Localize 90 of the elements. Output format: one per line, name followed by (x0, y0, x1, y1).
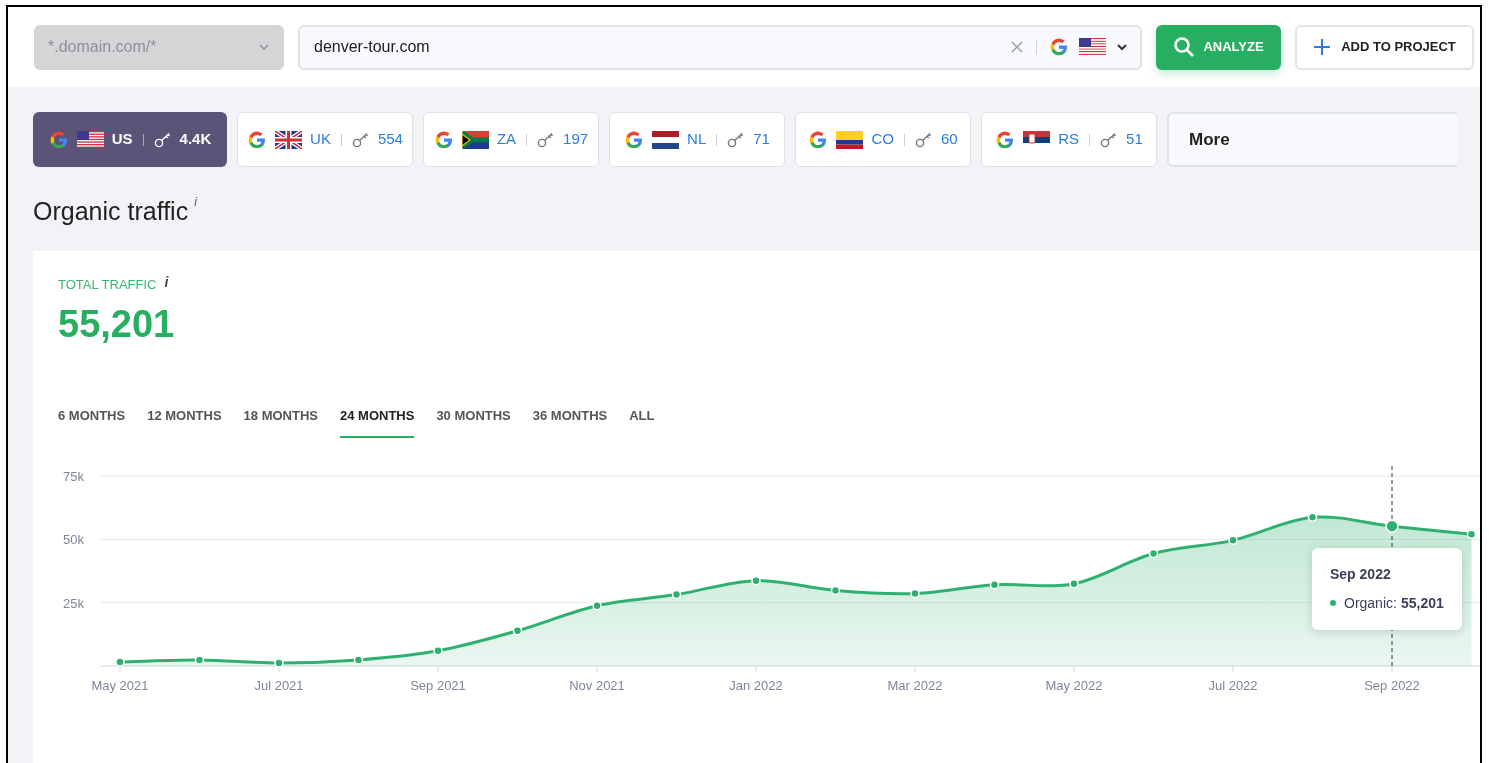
key-icon (914, 131, 933, 148)
flag-icon (836, 130, 864, 149)
y-axis-label: 25k (63, 595, 84, 611)
period-tab[interactable]: 12 MONTHS (147, 406, 222, 438)
flag-icon (461, 130, 489, 149)
period-tab[interactable]: 6 MONTHS (58, 406, 126, 438)
key-icon (537, 131, 556, 148)
data-point (1148, 548, 1159, 558)
country-tab[interactable]: CO 60 (795, 112, 971, 167)
google-icon (1049, 37, 1069, 57)
flag-icon (76, 130, 104, 149)
tooltip-value: 55,201 (1400, 593, 1444, 613)
period-tab[interactable]: 36 MONTHS (532, 406, 608, 438)
x-axis-label: Sep 2022 (1364, 677, 1420, 693)
y-axis-label: 50k (63, 531, 84, 547)
period-tab[interactable]: 24 MONTHS (340, 406, 415, 438)
search-field[interactable]: denver-tour.com (298, 24, 1142, 70)
tooltip-label: Organic: (1344, 593, 1397, 613)
country-tab[interactable]: ZA 197 (423, 112, 599, 167)
data-point (1307, 512, 1318, 522)
google-icon (808, 129, 829, 150)
key-icon (351, 131, 370, 148)
data-point (1385, 518, 1399, 533)
search-icon (1173, 36, 1196, 58)
x-axis-label: May 2022 (1045, 677, 1103, 693)
x-axis-label: Nov 2021 (569, 677, 625, 693)
x-axis-label: Mar 2022 (887, 677, 943, 693)
data-point (353, 654, 364, 665)
country-tab[interactable]: US 4.4K (33, 112, 227, 167)
period-tab[interactable]: ALL (629, 406, 655, 438)
google-icon (995, 129, 1016, 150)
x-axis-label: May 2021 (91, 677, 149, 693)
chevron-down-icon[interactable] (1116, 43, 1128, 51)
key-icon (153, 131, 172, 148)
google-icon (624, 129, 645, 150)
more-dropdown[interactable]: More (1167, 112, 1457, 167)
data-point (274, 657, 284, 668)
key-icon (727, 131, 746, 148)
keyword-count: 71 (753, 129, 770, 150)
data-point (1466, 529, 1477, 539)
data-point (1228, 535, 1238, 545)
country-code: CO (871, 129, 894, 150)
flag-icon (1079, 38, 1106, 56)
keyword-count: 554 (377, 129, 403, 150)
x-axis-label: Jan 2022 (729, 677, 783, 693)
add-to-project-button[interactable]: ADD TO PROJECT (1295, 24, 1474, 70)
data-point (194, 654, 205, 665)
data-point (433, 645, 443, 656)
data-point (1069, 578, 1079, 588)
x-axis-label: Jul 2022 (1208, 677, 1258, 693)
keyword-count: 60 (940, 129, 958, 150)
info-icon[interactable]: i (194, 193, 197, 211)
data-point (115, 656, 125, 667)
info-icon[interactable]: i (164, 271, 169, 293)
chevron-down-icon (258, 43, 270, 51)
country-code: ZA (496, 129, 517, 150)
y-axis-label: 75k (63, 468, 84, 484)
data-point (751, 575, 761, 585)
key-icon (1100, 131, 1119, 148)
data-point (910, 588, 920, 598)
keyword-count: 197 (563, 129, 589, 150)
tooltip-title: Sep 2022 (1330, 564, 1392, 584)
plus-icon (1313, 38, 1332, 56)
section-title: Organic traffic (33, 196, 189, 227)
country-code: US (111, 129, 133, 150)
google-icon (48, 129, 69, 150)
data-point (512, 625, 523, 636)
flag-icon (652, 130, 680, 149)
flag-icon (275, 130, 303, 149)
legend-dot-icon (1330, 600, 1336, 607)
keyword-count: 51 (1126, 129, 1143, 150)
card-label: TOTAL TRAFFIC (58, 275, 157, 294)
data-point (671, 589, 682, 599)
google-icon (247, 129, 268, 150)
period-tab[interactable]: 30 MONTHS (436, 406, 511, 438)
google-icon (433, 129, 454, 150)
country-code: UK (310, 129, 331, 150)
x-axis-label: Jul 2021 (254, 677, 304, 693)
country-code: RS (1058, 129, 1080, 150)
period-tab[interactable]: 18 MONTHS (243, 406, 318, 438)
country-code: NL (687, 129, 707, 150)
data-point (830, 585, 841, 595)
data-point (592, 600, 602, 610)
keyword-count: 4.4K (179, 129, 212, 150)
country-tab[interactable]: UK 554 (237, 112, 413, 167)
x-axis-label: Sep 2021 (410, 677, 466, 693)
country-tab[interactable]: RS 51 (981, 112, 1157, 167)
total-traffic-value: 55,201 (58, 302, 176, 346)
country-tab[interactable]: NL 71 (609, 112, 785, 167)
data-point (989, 579, 1000, 589)
